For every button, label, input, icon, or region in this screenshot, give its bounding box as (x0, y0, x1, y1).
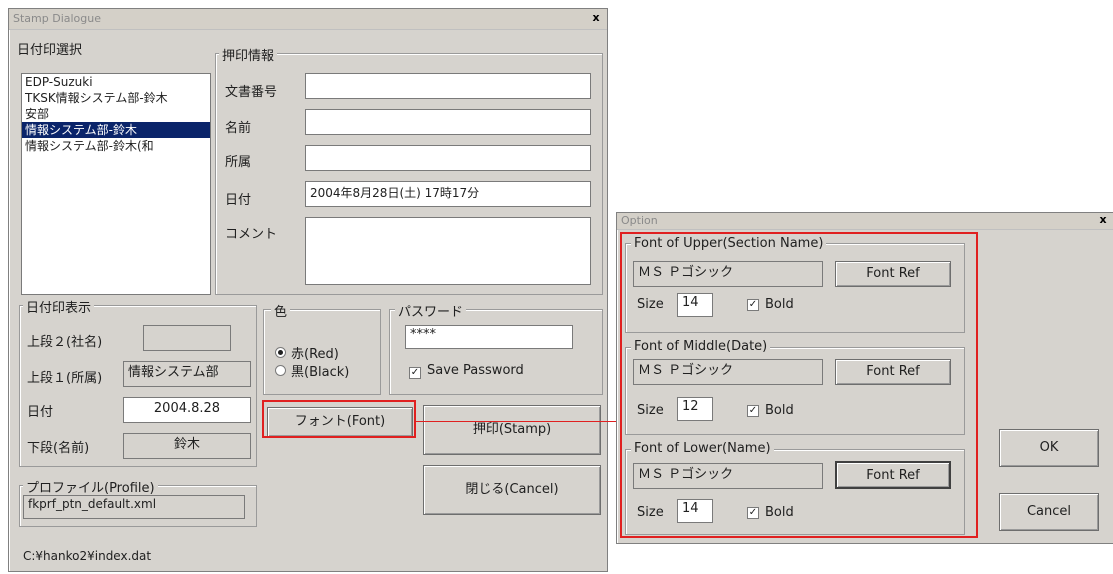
stamp-dialog: Stamp Dialogue x 日付印選択 EDP-Suzuki TKSK情報… (8, 8, 608, 572)
stamp-dialog-title: Stamp Dialogue (13, 12, 102, 25)
option-fonts-highlight (620, 232, 978, 538)
name-field[interactable] (305, 109, 591, 135)
upper2-field (143, 325, 231, 351)
list-item[interactable]: EDP-Suzuki (22, 74, 210, 90)
color-red-radio[interactable] (275, 347, 286, 358)
profile-label: プロファイル(Profile) (23, 477, 158, 496)
close-icon[interactable]: x (589, 11, 603, 25)
doc-number-field[interactable] (305, 73, 591, 99)
list-item[interactable]: 安部 (22, 106, 210, 122)
stamp-info-label: 押印情報 (219, 45, 278, 64)
profile-field: fkprf_ptn_default.xml (23, 495, 245, 519)
color-black-label[interactable]: 黒(Black) (291, 361, 349, 380)
option-dialog-title: Option (621, 214, 658, 227)
font-button-highlight (262, 400, 416, 438)
status-path: C:¥hanko2¥index.dat (23, 549, 152, 563)
option-dialog-titlebar[interactable]: Option x (617, 213, 1113, 230)
ok-button[interactable]: OK (999, 429, 1099, 467)
date-label: 日付 (225, 193, 252, 208)
date-stamp-select-label: 日付印選択 (17, 43, 83, 58)
upper1-label: 上段１(所属) (27, 371, 103, 386)
doc-number-label: 文書番号 (225, 85, 278, 100)
lower-label: 下段(名前) (27, 441, 90, 456)
display-date-label: 日付 (27, 405, 54, 420)
display-date-field[interactable]: 2004.8.28 (123, 397, 251, 423)
stamp-button[interactable]: 押印(Stamp) (423, 405, 601, 455)
date-field[interactable]: 2004年8月28日(土) 17時17分 (305, 181, 591, 207)
list-item[interactable]: TKSK情報システム部-鈴木 (22, 90, 210, 106)
date-display-label: 日付印表示 (23, 297, 95, 316)
list-item-selected[interactable]: 情報システム部-鈴木 (22, 122, 210, 138)
name-label: 名前 (225, 121, 252, 136)
password-label: パスワード (395, 301, 467, 320)
comment-field[interactable] (305, 217, 591, 285)
upper1-field: 情報システム部 (123, 361, 251, 387)
color-label: 色 (271, 301, 291, 320)
option-cancel-button[interactable]: Cancel (999, 493, 1099, 531)
upper2-label: 上段２(社名) (27, 335, 103, 350)
cancel-button[interactable]: 閉じる(Cancel) (423, 465, 601, 515)
connector-line (416, 421, 628, 422)
password-field[interactable]: **** (405, 325, 573, 349)
option-close-icon[interactable]: x (1096, 213, 1110, 227)
color-black-radio[interactable] (275, 365, 286, 376)
save-password-label[interactable]: Save Password (427, 363, 524, 378)
affiliation-label: 所属 (225, 155, 252, 170)
color-red-label[interactable]: 赤(Red) (291, 343, 339, 362)
lower-field: 鈴木 (123, 433, 251, 459)
stamp-dialog-titlebar[interactable]: Stamp Dialogue x (9, 9, 607, 30)
date-stamp-list[interactable]: EDP-Suzuki TKSK情報システム部-鈴木 安部 情報システム部-鈴木 … (21, 73, 211, 295)
affiliation-field[interactable] (305, 145, 591, 171)
list-item[interactable]: 情報システム部-鈴木(和 (22, 138, 210, 154)
save-password-checkbox[interactable]: ✓ (409, 367, 421, 379)
password-group (389, 309, 603, 395)
comment-label: コメント (225, 227, 278, 242)
